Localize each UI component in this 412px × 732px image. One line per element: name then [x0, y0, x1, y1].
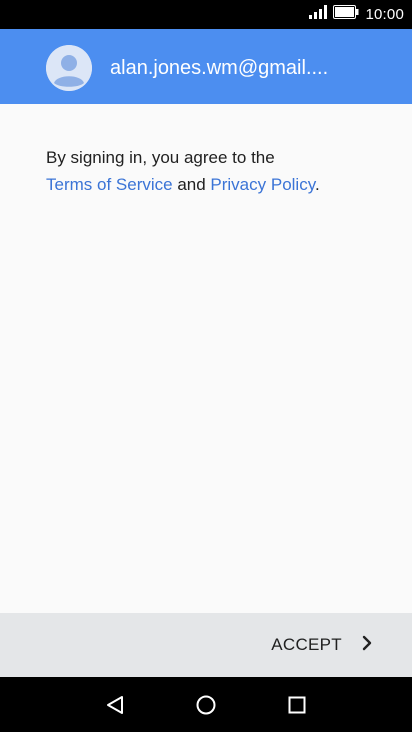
back-icon[interactable]	[100, 690, 130, 720]
account-email[interactable]: alan.jones.wm@gmail....	[110, 57, 328, 80]
terms-prefix: By signing in, you agree to the	[46, 148, 275, 167]
status-bar: 10:00	[0, 0, 412, 29]
accept-bar: ACCEPT	[0, 613, 412, 677]
terms-text: By signing in, you agree to the Terms of…	[46, 144, 376, 198]
account-avatar-icon[interactable]	[46, 45, 92, 91]
accept-label: ACCEPT	[271, 635, 342, 654]
chevron-right-icon	[362, 635, 372, 656]
recents-icon[interactable]	[282, 690, 312, 720]
signal-icon	[309, 5, 328, 24]
terms-suffix: .	[314, 175, 320, 194]
terms-and-text: and	[172, 175, 211, 194]
terms-content: By signing in, you agree to the Terms of…	[0, 104, 412, 613]
privacy-policy-link[interactable]: Privacy Policy	[210, 175, 315, 194]
home-icon[interactable]	[191, 690, 221, 720]
accept-button[interactable]: ACCEPT	[271, 627, 372, 663]
navigation-bar	[0, 677, 412, 732]
account-header: alan.jones.wm@gmail....	[0, 29, 412, 104]
terms-of-service-link[interactable]: Terms of Service	[46, 175, 173, 194]
battery-icon	[333, 5, 359, 24]
status-time: 10:00	[365, 6, 404, 23]
